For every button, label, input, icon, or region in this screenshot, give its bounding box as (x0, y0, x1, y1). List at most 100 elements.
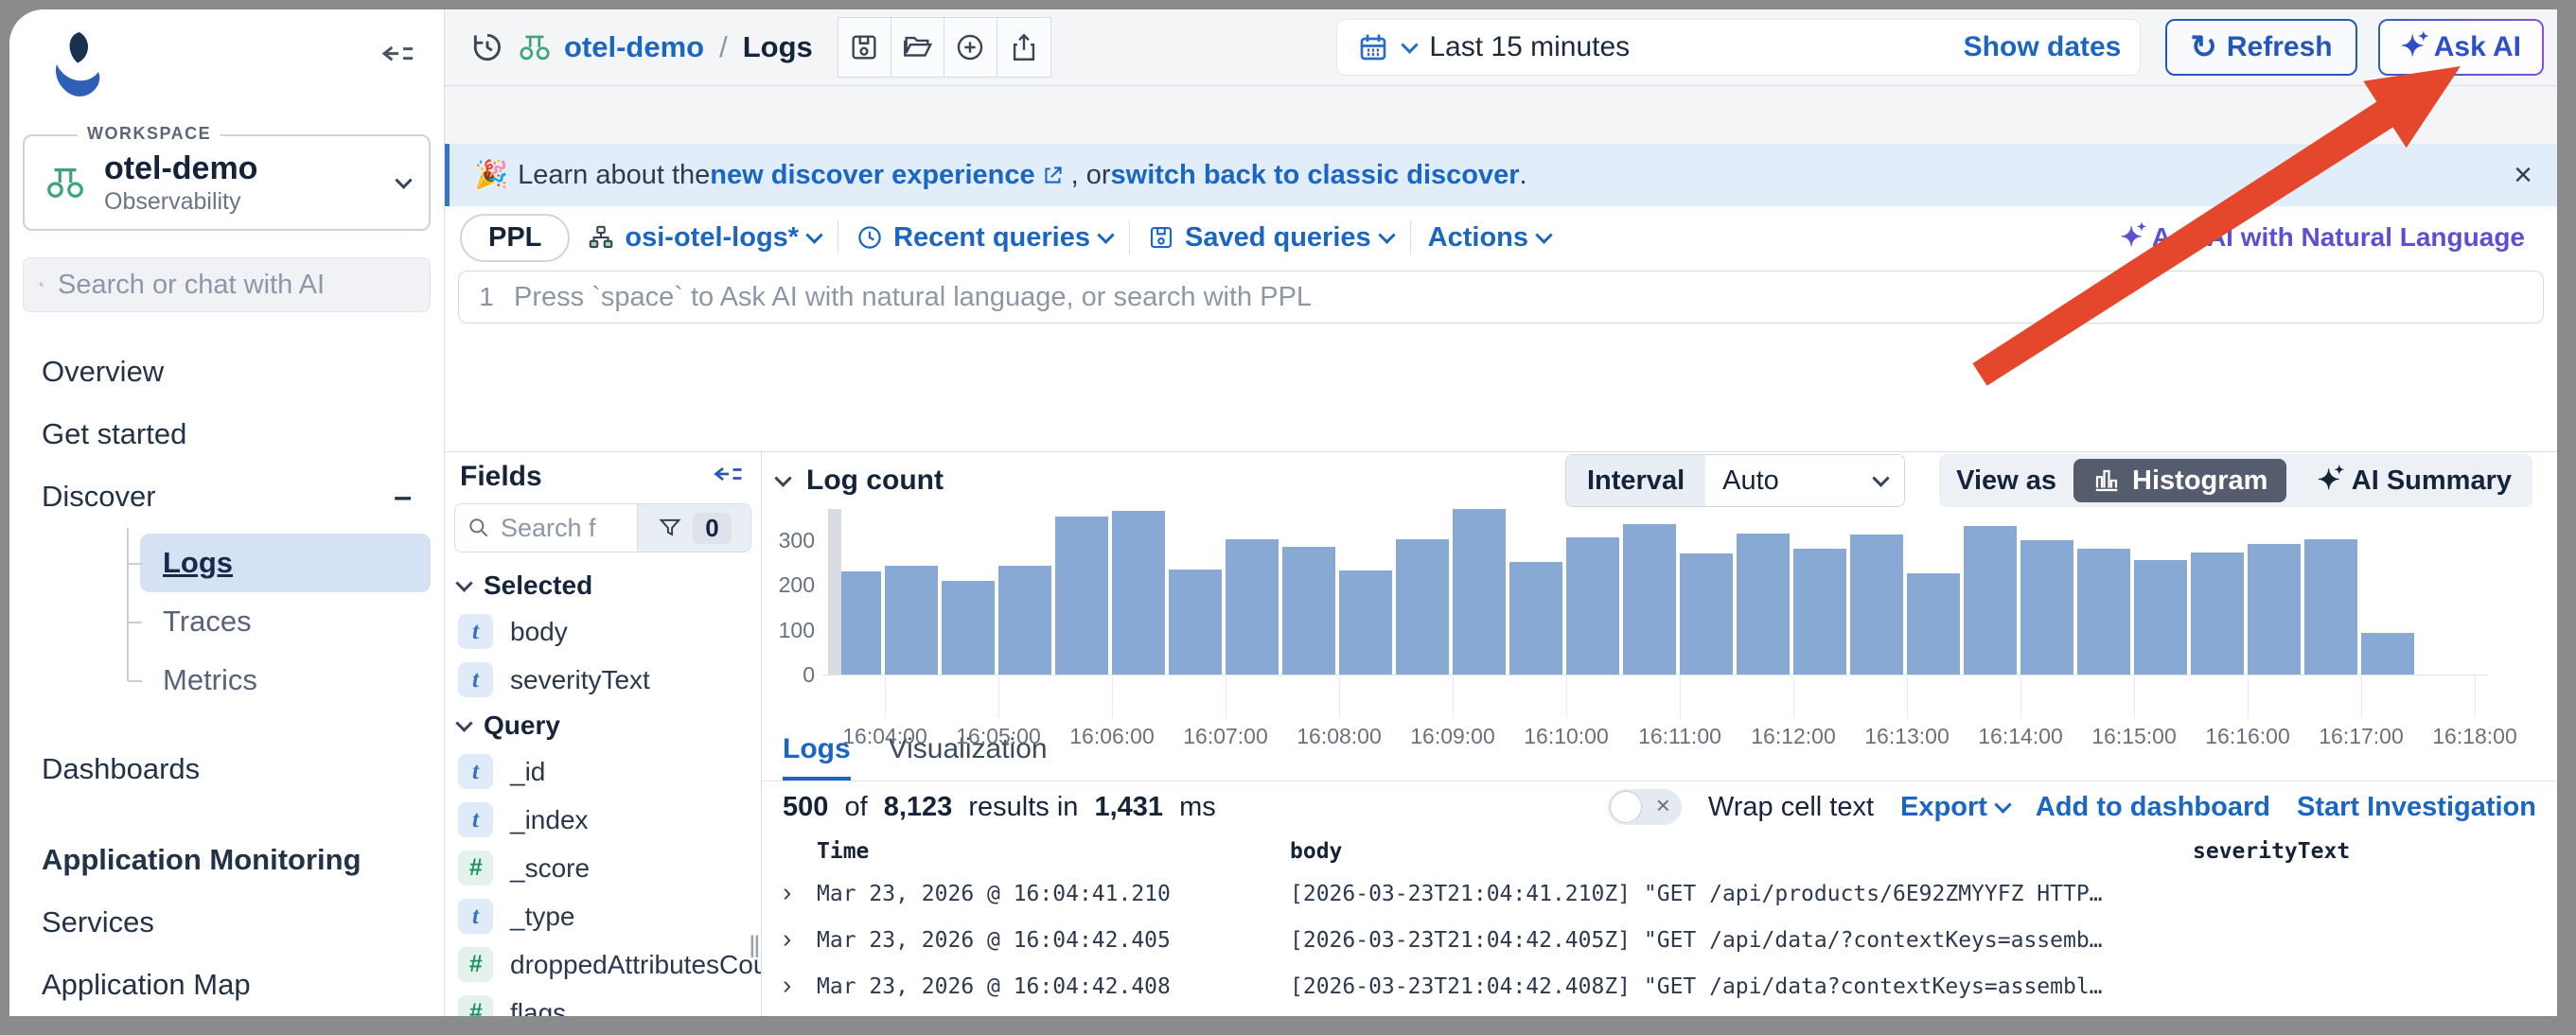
save-button[interactable] (838, 18, 891, 77)
ppl-language-button[interactable]: PPL (460, 214, 570, 262)
histogram-bar[interactable] (1226, 539, 1279, 675)
open-button[interactable] (891, 18, 944, 77)
field-item-index[interactable]: t_index (445, 796, 761, 844)
new-discover-link[interactable]: new discover experience (710, 160, 1034, 191)
histogram-bar[interactable] (1112, 511, 1165, 675)
histogram-bar[interactable] (2304, 539, 2357, 675)
histogram-bar[interactable] (1339, 570, 1392, 675)
collapse-chart-icon[interactable] (774, 469, 791, 486)
column-header-time[interactable]: Time (817, 839, 1290, 864)
sidebar-search-input[interactable] (58, 270, 415, 301)
histogram-bar[interactable] (2020, 540, 2073, 675)
history-icon[interactable] (469, 29, 505, 65)
histogram-bar[interactable] (2248, 544, 2301, 675)
time-picker[interactable]: Last 15 minutes Show dates (1336, 19, 2141, 76)
export-menu[interactable]: Export (1900, 792, 2009, 823)
field-item-flags[interactable]: #flags (445, 989, 761, 1016)
new-button[interactable] (944, 18, 997, 77)
expand-row-icon[interactable]: › (783, 877, 791, 907)
fields-filter-button[interactable]: 0 (637, 504, 750, 552)
cell-time[interactable]: Mar 23, 2026 @ 16:04:42.408 (817, 974, 1290, 999)
collapse-panel-icon[interactable] (712, 460, 746, 494)
fields-search-input[interactable] (501, 514, 626, 543)
sidebar-item-overview[interactable]: Overview (9, 341, 444, 403)
histogram-bar[interactable] (942, 581, 995, 675)
show-dates-link[interactable]: Show dates (1964, 31, 2122, 63)
histogram-bar[interactable] (1566, 537, 1619, 675)
sidebar-item-application-monitoring[interactable]: Application Monitoring (9, 829, 444, 891)
histogram-bar[interactable] (2191, 553, 2244, 675)
field-group-selected[interactable]: Selected (445, 564, 761, 607)
log-count-histogram[interactable]: 010020030016:04:0016:05:0016:06:0016:07:… (762, 509, 2557, 727)
histogram-bar[interactable] (1737, 534, 1790, 675)
share-button[interactable] (997, 18, 1050, 77)
histogram-bar[interactable] (1850, 535, 1903, 675)
dataset-selector[interactable]: osi-otel-logs* (587, 222, 820, 254)
histogram-bar[interactable] (2134, 560, 2187, 675)
sidebar-item-discover[interactable]: Discover– (9, 465, 444, 528)
field-item-type[interactable]: t_type (445, 892, 761, 940)
time-range-value[interactable]: Last 15 minutes (1429, 31, 1630, 63)
wrap-text-toggle[interactable]: × (1608, 789, 1682, 825)
histogram-bar[interactable] (1907, 573, 1960, 675)
histogram-bar[interactable] (1623, 524, 1676, 675)
add-to-dashboard-link[interactable]: Add to dashboard (2036, 792, 2270, 823)
panel-resize-handle[interactable]: ‖ (749, 930, 761, 965)
start-investigation-link[interactable]: Start Investigation (2297, 792, 2536, 823)
ask-ai-button[interactable]: ✦ Ask AI (2378, 19, 2544, 76)
histogram-bar[interactable] (1680, 553, 1733, 675)
histogram-bar[interactable] (2077, 549, 2130, 675)
histogram-bar[interactable] (1396, 539, 1449, 675)
field-item-severitytext[interactable]: tseverityText (445, 656, 761, 704)
field-item-droppedattributescount[interactable]: #droppedAttributesCount (445, 940, 761, 989)
ask-ai-natural-language-link[interactable]: ✦ Ask AI with Natural Language (2120, 222, 2542, 253)
sidebar-item-traces[interactable]: Traces (140, 592, 431, 651)
refresh-button[interactable]: ↻ Refresh (2165, 19, 2356, 76)
collapse-minus-icon[interactable]: – (394, 479, 412, 516)
interval-select[interactable]: Auto (1705, 455, 1904, 506)
sidebar-search[interactable] (23, 257, 431, 312)
expand-row-icon[interactable]: › (783, 970, 791, 1000)
calendar-icon[interactable] (1356, 30, 1390, 64)
histogram-bar[interactable] (1964, 526, 2017, 675)
cell-body[interactable]: [2026-03-23T21:04:42.405Z] "GET /api/dat… (1290, 928, 2193, 953)
histogram-bar[interactable] (2361, 633, 2414, 675)
sidebar-item-get-started[interactable]: Get started (9, 403, 444, 465)
actions-menu[interactable]: Actions (1428, 222, 1550, 254)
recent-queries-menu[interactable]: Recent queries (856, 222, 1112, 254)
histogram-bar[interactable] (1453, 509, 1506, 675)
close-icon[interactable]: × (2514, 157, 2532, 194)
cell-time[interactable]: Mar 23, 2026 @ 16:04:42.405 (817, 928, 1290, 953)
field-item-id[interactable]: t_id (445, 747, 761, 796)
field-item-body[interactable]: tbody (445, 607, 761, 656)
histogram-bar[interactable] (998, 566, 1051, 675)
collapse-sidebar-icon[interactable] (379, 38, 417, 76)
histogram-bar[interactable] (1793, 549, 1846, 675)
histogram-bar[interactable] (885, 566, 938, 675)
classic-discover-link[interactable]: switch back to classic discover (1111, 160, 1520, 191)
histogram-view-button[interactable]: Histogram (2073, 459, 2286, 502)
field-item-score[interactable]: #_score (445, 844, 761, 892)
column-header-body[interactable]: body (1290, 839, 2193, 864)
fields-search-box[interactable] (455, 504, 637, 552)
field-group-query[interactable]: Query (445, 704, 761, 747)
workspace-selector[interactable]: WORKSPACE otel-demo Observability (23, 134, 431, 231)
cell-body[interactable]: [2026-03-23T21:04:41.210Z] "GET /api/pro… (1290, 882, 2193, 906)
breadcrumb-workspace[interactable]: otel-demo (564, 30, 704, 64)
query-input[interactable] (514, 282, 2543, 313)
histogram-bar[interactable] (1169, 570, 1222, 675)
query-editor[interactable]: 1 (458, 271, 2544, 324)
sidebar-item-application-map[interactable]: Application Map (9, 954, 444, 1016)
histogram-bar[interactable] (841, 571, 881, 675)
histogram-bar[interactable] (1282, 547, 1335, 675)
cell-body[interactable]: [2026-03-23T21:04:42.408Z] "GET /api/dat… (1290, 974, 2193, 999)
cell-time[interactable]: Mar 23, 2026 @ 16:04:41.210 (817, 882, 1290, 906)
sidebar-item-logs[interactable]: Logs (140, 534, 431, 592)
sidebar-item-services[interactable]: Services (9, 891, 444, 954)
histogram-bar[interactable] (1509, 562, 1562, 675)
column-header-severity[interactable]: severityText (2193, 839, 2557, 864)
ai-summary-button[interactable]: ✦ AI Summary (2303, 465, 2525, 497)
saved-queries-menu[interactable]: Saved queries (1147, 222, 1393, 254)
histogram-bar[interactable] (1055, 517, 1108, 675)
sidebar-item-metrics[interactable]: Metrics (140, 651, 431, 710)
